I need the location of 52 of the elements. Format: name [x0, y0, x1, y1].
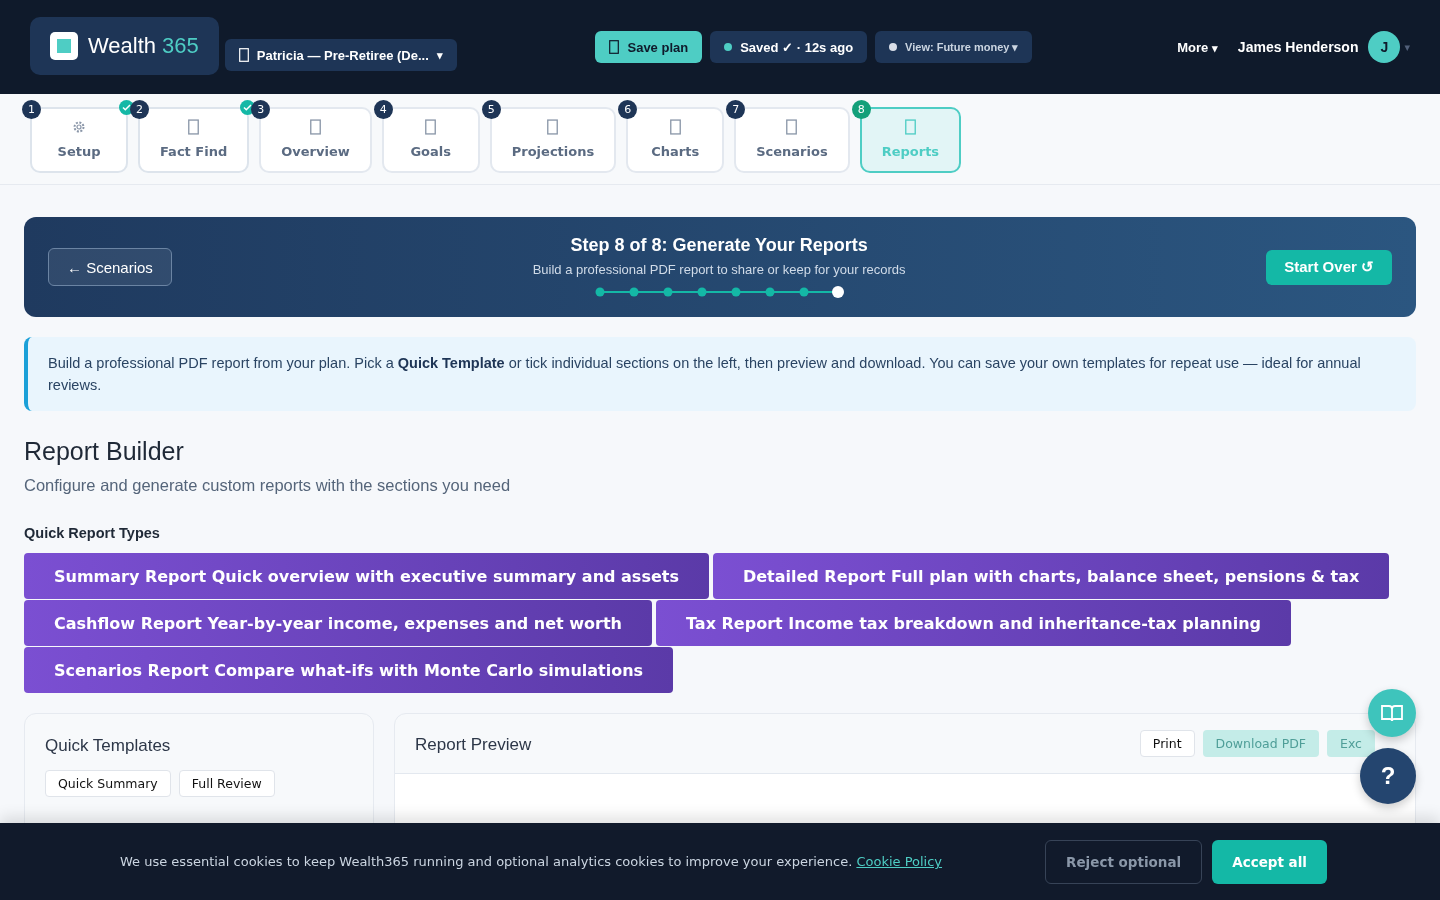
step-subtitle: Build a professional PDF report to share or keep for your records: [532, 262, 906, 277]
preview-action-button[interactable]: Print: [1139, 730, 1195, 757]
save-status: Saved ✓ · 12s ago: [710, 31, 868, 63]
caret-icon: ▾: [1404, 40, 1410, 54]
back-button[interactable]: ← Scenarios: [48, 248, 172, 286]
logo-text: Wealth 365: [88, 33, 199, 59]
cookie-text: We use essential cookies to keep Wealth365 running and optional analytics cookies to improve your experience. Cookie Policy: [120, 854, 943, 869]
report-type-button[interactable]: Tax Report Income tax breakdown and inheritance-tax planning: [656, 600, 1292, 646]
step-number: 2: [130, 100, 149, 119]
save-plan-button[interactable]: Save plan: [595, 31, 703, 63]
step-number: 5: [481, 100, 501, 119]
status-dot: [724, 43, 733, 51]
template-button[interactable]: Full Review: [178, 770, 275, 797]
box-icon: [786, 119, 798, 135]
more-menu[interactable]: More ▾: [1171, 38, 1224, 56]
box-icon: [238, 48, 249, 62]
reject-button[interactable]: Reject optional: [1045, 839, 1203, 884]
step-number: 1: [22, 100, 41, 119]
step-number: 8: [851, 100, 871, 119]
box-icon: [904, 119, 916, 135]
box-icon: [609, 40, 620, 54]
report-type-button[interactable]: Cashflow Report Year-by-year income, expenses and net worth: [24, 600, 652, 646]
page-subtitle: Configure and generate custom reports with the sections you need: [24, 476, 512, 495]
gear-icon: [71, 119, 87, 135]
step-number: 4: [373, 100, 393, 119]
logo-icon: [50, 32, 78, 60]
step-number: 6: [618, 100, 638, 119]
box-icon: [310, 119, 321, 135]
report-type-button[interactable]: Scenarios Report Compare what-ifs with Monte Carlo simulations: [24, 647, 674, 693]
box-icon: [188, 119, 200, 135]
cookie-policy-link[interactable]: Cookie Policy: [856, 854, 943, 869]
card-title: Report Preview: [415, 734, 532, 755]
info-note: Build a professional PDF report from your plan. Pick a Quick Template or tick individual sections on the left, then preview and download. You can save your own templates for repeat use — ideal for annual reviews.: [24, 337, 1416, 411]
card-title: Quick Templates: [45, 736, 172, 756]
box-icon: [669, 119, 681, 135]
box-icon: [547, 119, 559, 135]
client-dropdown[interactable]: Patricia — Pre-Retiree (De... ▾: [224, 39, 457, 71]
template-button[interactable]: Quick Summary: [45, 770, 171, 797]
book-icon: [1381, 704, 1403, 722]
step-number: 3: [251, 100, 271, 119]
section-title: Quick Report Types: [24, 525, 161, 541]
step-title: Step 8 of 8: Generate Your Reports: [570, 235, 868, 256]
report-type-button[interactable]: Summary Report Quick overview with executive summary and assets: [24, 553, 709, 599]
report-type-button[interactable]: Detailed Report Full plan with charts, balance sheet, pensions & tax: [712, 553, 1390, 599]
guide-button[interactable]: [1368, 689, 1416, 737]
user-avatar[interactable]: J: [1368, 31, 1401, 63]
page-title: Report Builder: [24, 437, 185, 466]
status-dot: [889, 43, 898, 51]
user-name: James Henderson: [1237, 39, 1359, 55]
step-number: 7: [726, 100, 746, 119]
box-icon: [425, 119, 437, 135]
view-dropdown[interactable]: View: Future money ▾: [875, 31, 1033, 63]
